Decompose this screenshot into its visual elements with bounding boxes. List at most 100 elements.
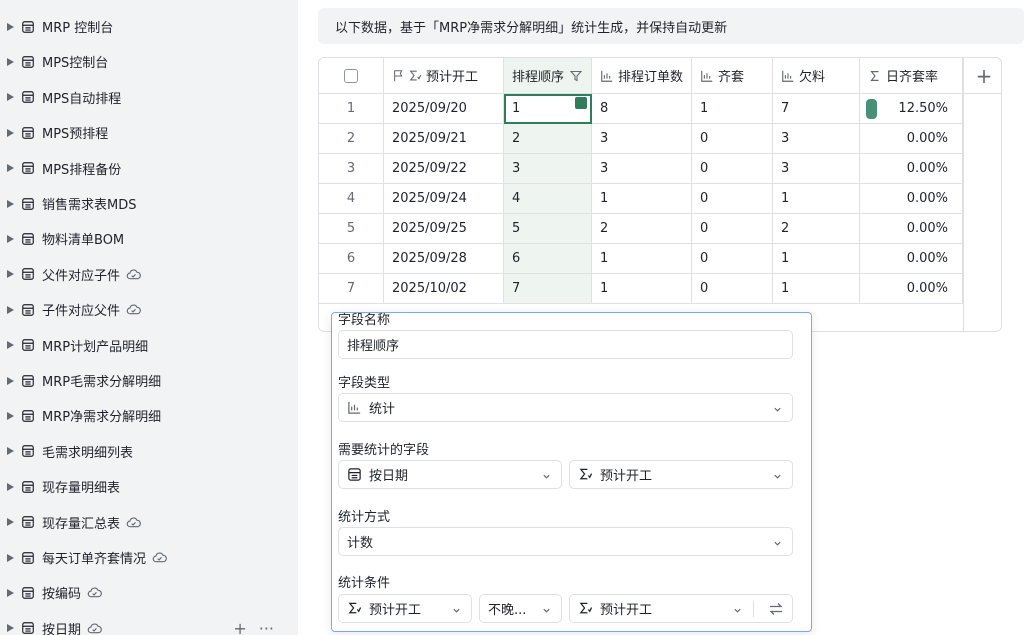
expand-arrow-icon[interactable]: [5, 128, 15, 138]
swap-icon[interactable]: [768, 601, 784, 617]
table-cell-date[interactable]: 2025/09/20: [384, 94, 504, 124]
table-cell-complete[interactable]: 0: [692, 244, 773, 274]
expand-arrow-icon[interactable]: [5, 92, 15, 102]
table-cell-complete[interactable]: 0: [692, 124, 773, 154]
sidebar-item[interactable]: MPS控制台: [0, 44, 298, 79]
condition-operator-select[interactable]: 不晚...: [479, 594, 562, 623]
table-cell-orders[interactable]: 3: [592, 124, 692, 154]
sidebar-item[interactable]: 按编码: [0, 575, 298, 610]
sidebar-item[interactable]: MRP 控制台: [0, 9, 298, 44]
expand-arrow-icon[interactable]: [5, 517, 15, 527]
more-button[interactable]: ···: [259, 619, 274, 635]
table-cell-orders[interactable]: 1: [592, 244, 692, 274]
expand-arrow-icon[interactable]: [5, 446, 15, 456]
expand-arrow-icon[interactable]: [5, 411, 15, 421]
table-cell-complete[interactable]: 0: [692, 214, 773, 244]
table-cell-seq[interactable]: 4: [504, 184, 592, 214]
expand-cell-icon[interactable]: [575, 97, 587, 109]
table-cell-short[interactable]: 3: [773, 124, 860, 154]
expand-arrow-icon[interactable]: [5, 305, 15, 315]
table-cell-orders[interactable]: 3: [592, 154, 692, 184]
row-number[interactable]: 7: [319, 274, 384, 304]
expand-arrow-icon[interactable]: [5, 340, 15, 350]
row-number[interactable]: 4: [319, 184, 384, 214]
field-type-select[interactable]: 统计: [338, 393, 793, 422]
sidebar-item[interactable]: 销售需求表MDS: [0, 186, 298, 221]
table-cell-rate[interactable]: 0.00%: [860, 274, 963, 304]
filter-icon[interactable]: [570, 70, 583, 82]
table-cell-complete[interactable]: 0: [692, 184, 773, 214]
sidebar-item[interactable]: MRP计划产品明细: [0, 328, 298, 363]
table-cell-seq[interactable]: 7: [504, 274, 592, 304]
sidebar-item[interactable]: 物料清单BOM: [0, 221, 298, 256]
table-cell-orders[interactable]: 2: [592, 214, 692, 244]
sidebar-item[interactable]: 父件对应子件: [0, 257, 298, 292]
table-cell-rate[interactable]: 12.50%: [860, 94, 963, 124]
sidebar-item[interactable]: 现存量明细表: [0, 469, 298, 504]
add-column-button[interactable]: +: [964, 58, 1001, 94]
column-header-rate[interactable]: 日齐套率: [860, 58, 963, 94]
expand-arrow-icon[interactable]: [5, 57, 15, 67]
stat-table-select[interactable]: 按日期: [338, 460, 562, 489]
stat-method-select[interactable]: 计数: [338, 527, 793, 556]
sidebar-item[interactable]: 毛需求明细列表: [0, 434, 298, 469]
expand-arrow-icon[interactable]: [5, 482, 15, 492]
sidebar-item[interactable]: 每天订单齐套情况: [0, 540, 298, 575]
expand-arrow-icon[interactable]: [5, 553, 15, 563]
sidebar-item[interactable]: 按日期 + ···: [0, 611, 298, 635]
condition-target-select[interactable]: 预计开工: [569, 594, 793, 623]
sidebar-item[interactable]: MPS排程备份: [0, 151, 298, 186]
table-cell-seq[interactable]: 5: [504, 214, 592, 244]
table-cell-rate[interactable]: 0.00%: [860, 124, 963, 154]
expand-arrow-icon[interactable]: [5, 234, 15, 244]
table-cell-date[interactable]: 2025/09/28: [384, 244, 504, 274]
expand-arrow-icon[interactable]: [5, 376, 15, 386]
expand-arrow-icon[interactable]: [5, 588, 15, 598]
sidebar-item[interactable]: 子件对应父件: [0, 292, 298, 327]
condition-field-select[interactable]: 预计开工: [338, 594, 472, 623]
table-cell-date[interactable]: 2025/09/22: [384, 154, 504, 184]
table-cell-seq[interactable]: 6: [504, 244, 592, 274]
row-number[interactable]: 2: [319, 124, 384, 154]
column-header-complete[interactable]: 齐套: [692, 58, 773, 94]
table-cell-rate[interactable]: 0.00%: [860, 154, 963, 184]
sidebar-item[interactable]: MRP净需求分解明细: [0, 398, 298, 433]
table-cell-date[interactable]: 2025/09/24: [384, 184, 504, 214]
table-cell-short[interactable]: 1: [773, 274, 860, 304]
sidebar-item[interactable]: MPS预排程: [0, 115, 298, 150]
table-cell-rate[interactable]: 0.00%: [860, 244, 963, 274]
sidebar-item[interactable]: 现存量汇总表: [0, 505, 298, 540]
column-header-orders[interactable]: 排程订单数: [592, 58, 692, 94]
row-number[interactable]: 1: [319, 94, 384, 124]
sidebar-item[interactable]: MPS自动排程: [0, 80, 298, 115]
table-cell-date[interactable]: 2025/09/21: [384, 124, 504, 154]
column-header-date[interactable]: 预计开工: [384, 58, 504, 94]
table-cell-date[interactable]: 2025/09/25: [384, 214, 504, 244]
table-cell-date[interactable]: 2025/10/02: [384, 274, 504, 304]
field-name-input[interactable]: 排程顺序: [338, 330, 793, 359]
column-header-seq[interactable]: 排程顺序: [504, 58, 592, 94]
table-cell-short[interactable]: 7: [773, 94, 860, 124]
row-number[interactable]: 3: [319, 154, 384, 184]
select-all-checkbox[interactable]: [344, 68, 358, 83]
table-cell-orders[interactable]: 1: [592, 184, 692, 214]
table-cell-orders[interactable]: 1: [592, 274, 692, 304]
expand-arrow-icon[interactable]: [5, 22, 15, 32]
table-cell-short[interactable]: 2: [773, 214, 860, 244]
table-cell-short[interactable]: 1: [773, 184, 860, 214]
sidebar-item[interactable]: MRP毛需求分解明细: [0, 363, 298, 398]
row-number[interactable]: 5: [319, 214, 384, 244]
row-number[interactable]: 6: [319, 244, 384, 274]
table-cell-seq[interactable]: 3: [504, 154, 592, 184]
table-cell-orders[interactable]: 8: [592, 94, 692, 124]
table-cell-seq[interactable]: 2: [504, 124, 592, 154]
table-cell-short[interactable]: 3: [773, 154, 860, 184]
expand-arrow-icon[interactable]: [5, 269, 15, 279]
table-cell-rate[interactable]: 0.00%: [860, 214, 963, 244]
expand-arrow-icon[interactable]: [5, 199, 15, 209]
table-cell-complete[interactable]: 0: [692, 154, 773, 184]
table-cell-short[interactable]: 1: [773, 244, 860, 274]
stat-field-select[interactable]: 预计开工: [569, 460, 793, 489]
add-button[interactable]: +: [233, 619, 246, 635]
table-cell-complete[interactable]: 0: [692, 274, 773, 304]
